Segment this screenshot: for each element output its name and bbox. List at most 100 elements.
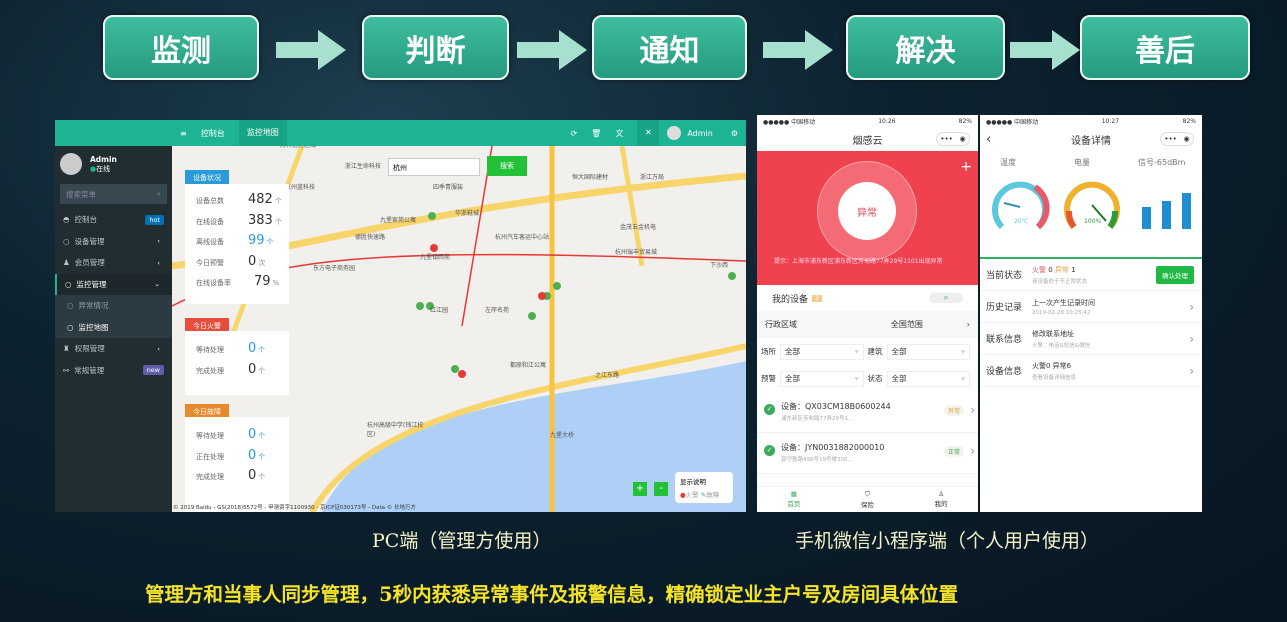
fullscreen-icon[interactable]: ✕ (637, 120, 660, 146)
tab-monitor-map[interactable]: 监控地图 (238, 120, 287, 146)
capsule-menu[interactable]: ••• ◉ (1160, 132, 1194, 146)
trash-icon[interactable]: 🗑 (591, 129, 601, 138)
arrow-right-icon (276, 30, 346, 70)
status-circle[interactable]: 异常 (838, 182, 896, 240)
arrow-right-icon (763, 30, 833, 70)
map-search-button[interactable]: 搜索 (487, 156, 527, 176)
search-icon[interactable]: ⌕ (157, 189, 161, 199)
fire-today-card: 等待处理 0 个 完成处理 0 个 (185, 331, 289, 395)
sidebar: Admin ●在线 搜索菜单 ⌕ ◓ 控制台 hot ○ 设备管理 ‹ ♟ 会员管理 ‹ ○ 监控… (55, 146, 172, 512)
signal-bars (1142, 193, 1191, 229)
step-notify: 通知 (592, 15, 747, 80)
map-label: 华浙鞋城 (455, 210, 480, 217)
history-row[interactable]: 历史记录 上一次产生记录时间 2019-02-28 10:25:42 › (980, 291, 1202, 323)
sidebar-item-permissions[interactable]: ♜ 权限管理 ‹ (55, 338, 172, 360)
map-label: 浙江万局 (640, 174, 665, 181)
tab-insurance[interactable]: ⛉ 保险 (861, 490, 874, 512)
zoom-out-button[interactable]: - (654, 482, 668, 496)
device-list-item[interactable]: ✓ 设备：QX03CM18B0600244 浦东新区芳甸路77弄29号1... 异常 › (757, 392, 978, 433)
language-icon[interactable]: 文 (615, 128, 623, 139)
users-icon: ♟ (63, 258, 70, 268)
device-status-card: 设备总数 482 个 在线设备 383 个 离线设备 99 个 今日预警 0 次 在线设备率 79… (185, 184, 289, 304)
pc-admin-window: 万科魅力之城 浙江生命科技 杭州蓝科技 四季青服装 恒大国际建材 浙江万局 华浙… (55, 120, 746, 512)
tab-mine[interactable]: ♙ 我的 (935, 490, 948, 512)
search-icon[interactable]: ⌕ (929, 293, 963, 303)
home-icon: ▦ (790, 490, 797, 498)
map-label: 德胜快速路 (355, 234, 386, 241)
map-label: 之江东路 (595, 372, 620, 379)
share-icon: ⚯ (63, 365, 70, 375)
map-label: 杭州汽车客运中心站 (495, 234, 550, 241)
temperature-label: 温度 (1000, 158, 1016, 167)
battery-label: 电量 (1074, 158, 1090, 167)
arrow-right-icon (1010, 30, 1080, 70)
check-icon: ✓ (764, 404, 775, 415)
zoom-in-button[interactable]: + (633, 482, 647, 496)
back-icon[interactable]: ‹ (986, 132, 991, 147)
map-search-input[interactable]: 杭州 (388, 158, 480, 176)
hamburger-icon[interactable]: ≡ (180, 129, 187, 138)
settings-icon[interactable]: ⚙ (731, 129, 738, 138)
map-label: 金茂五金机电 (620, 224, 657, 231)
battery-gauge: 100% (1064, 181, 1120, 230)
sidebar-item-monitor-map[interactable]: ○ 监控地图 (55, 316, 172, 338)
alert-select[interactable]: 全部 ▾ (780, 370, 864, 387)
new-badge: new (142, 365, 164, 376)
map-label: 东方电子商务园 (313, 265, 356, 272)
step-aftermath: 善后 (1080, 15, 1250, 80)
page-title: 设备详情 (1071, 135, 1111, 147)
svg-text:100%: 100% (1084, 218, 1101, 225)
avatar[interactable] (667, 126, 682, 140)
building-select[interactable]: 全部 ▾ (886, 343, 970, 360)
confirm-handle-button[interactable]: 确认处理 (1156, 265, 1194, 284)
fault-today-card: 等待处理 0 个 正在处理 0 个 完成处理 0 个 (185, 417, 289, 512)
tab-home[interactable]: ▦ 首页 (787, 490, 800, 512)
device-list-item[interactable]: ✓ 设备：JYN0031882000010 郭守敬路498号19号楼305... 正常… (757, 433, 978, 474)
capsule-menu[interactable]: ••• ◉ (936, 132, 970, 146)
current-status-row: 当前状态 火警 0 异常 1 该设备处于不正常状态 确认处理 (980, 259, 1202, 291)
add-icon[interactable]: + (960, 159, 972, 175)
tab-dashboard[interactable]: 控制台 (201, 128, 225, 139)
status-banner: 异常 + 提示：上海市浦东新区浦东新区芳甸路77弄29号1101出现异常 (757, 151, 978, 285)
map-copyright: © 2019 Baidu - GS(2018)5572号 - 甲测资字11009… (173, 505, 417, 511)
svg-text:20℃: 20℃ (1014, 218, 1029, 225)
group-icon: ♜ (63, 344, 70, 354)
chevron-right-icon: › (1189, 331, 1194, 346)
user-name[interactable]: Admin (687, 129, 713, 138)
refresh-icon[interactable]: ⟳ (570, 129, 577, 138)
sidebar-item-monitor[interactable]: ○ 监控管理 ⌄ (55, 273, 172, 295)
region-selector[interactable]: 行政区域 全国范围 › (757, 311, 978, 338)
step-resolve: 解决 (846, 15, 1005, 80)
top-bar: ≡ 控制台 监控地图 ⟳ 🗑 文 ✕ Admin ⚙ (55, 120, 746, 146)
hot-badge: hot (145, 214, 164, 225)
my-devices-title: 我的设备 (772, 294, 809, 305)
map-label: 杭州瑞丰贸易城 (615, 249, 658, 256)
device-info-row[interactable]: 设备信息 火警0 异常6 查看设备详细信息 › (980, 355, 1202, 387)
map-label: 浙江生命科技 (345, 163, 382, 170)
state-select[interactable]: 全部 ▾ (886, 370, 970, 387)
sidebar-item-abnormal[interactable]: ○ 异常情况 (55, 295, 172, 317)
map-label: 下沙西 (710, 262, 729, 269)
dashboard-icon: ◓ (63, 215, 70, 225)
alert-tip: 提示：上海市浦东新区浦东新区芳甸路77弄29号1101出现异常 (774, 258, 943, 265)
step-judge: 判断 (362, 15, 509, 80)
check-icon: ✓ (764, 445, 775, 456)
venue-select[interactable]: 全部 ▾ (780, 343, 864, 360)
contact-row[interactable]: 联系信息 修改联系地址 火警：电话&短信&微信 › (980, 323, 1202, 355)
circle-icon: ○ (65, 279, 72, 289)
sidebar-item-dashboard[interactable]: ◓ 控制台 hot (55, 209, 172, 231)
map-label: 四季青服装 (433, 184, 464, 191)
phone-home-screen: ●●●●● 中国移动 10:26 82% 烟感云 ••• ◉ 异常 + 提示：上海市浦东… (757, 115, 978, 512)
menu-search-input[interactable]: 搜索菜单 ⌕ (60, 184, 167, 204)
sidebar-item-devices[interactable]: ○ 设备管理 ‹ (55, 231, 172, 253)
sidebar-item-members[interactable]: ♟ 会员管理 ‹ (55, 252, 172, 274)
map-label: 九堡镇西苑 (420, 254, 451, 261)
user-name: Admin (90, 154, 117, 164)
map-legend: 显示说明 ●火警 ✎故障 (675, 472, 733, 503)
sidebar-item-general[interactable]: ⚯ 常规管理 new (55, 360, 172, 382)
chevron-right-icon: › (1189, 299, 1194, 314)
phone-device-detail: ●●●●● 中国移动 10:27 82% ‹ 设备详情 ••• ◉ 温度 电量 信号-65… (980, 115, 1202, 512)
user-status: 在线 (96, 164, 111, 173)
map-label: 九堡家苑公寓 (380, 217, 417, 224)
user-icon: ♙ (938, 490, 945, 498)
